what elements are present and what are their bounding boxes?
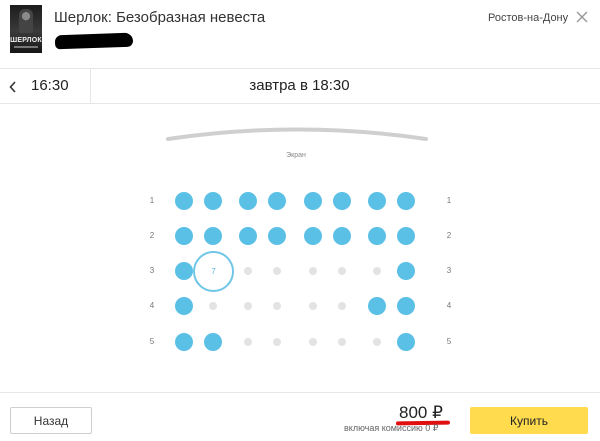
ticket-price: 800 ₽: [399, 403, 443, 422]
seat-available[interactable]: [175, 227, 193, 245]
seat-occupied: [309, 267, 317, 275]
close-button[interactable]: [571, 7, 593, 29]
seat-available[interactable]: [397, 297, 415, 315]
seat-occupied: [338, 338, 346, 346]
seat-available[interactable]: [397, 333, 415, 351]
seat-available[interactable]: [175, 192, 193, 210]
seat-occupied: [244, 302, 252, 310]
poster-title: ШЕРЛОК: [10, 37, 42, 44]
seat-available[interactable]: [304, 192, 322, 210]
seat-occupied: [338, 267, 346, 275]
row-number-left: 3: [149, 266, 155, 275]
header: ШЕРЛОК Шерлок: Безобразная невеста Росто…: [0, 0, 600, 68]
movie-title: Шерлок: Безобразная невеста: [54, 9, 266, 26]
chevron-left-icon: [9, 81, 16, 93]
seat-available[interactable]: [333, 192, 351, 210]
previous-session-button[interactable]: 16:30: [0, 69, 91, 104]
seat-available[interactable]: [304, 227, 322, 245]
session-bar: 16:30 завтра в 18:30: [0, 68, 600, 104]
previous-session-time: 16:30: [31, 77, 69, 94]
seat-occupied: [309, 338, 317, 346]
seat-occupied: [209, 302, 217, 310]
seat-available[interactable]: [333, 227, 351, 245]
seat-available[interactable]: [204, 227, 222, 245]
row-number-right: 1: [446, 196, 452, 205]
city-selector[interactable]: Ростов-на-Дону: [488, 12, 568, 24]
seat-occupied: [373, 267, 381, 275]
buy-button[interactable]: Купить: [470, 407, 588, 434]
seat-occupied: [273, 302, 281, 310]
poster-subtitle-line: [14, 46, 38, 48]
seat-available[interactable]: [368, 192, 386, 210]
seat-available[interactable]: [397, 227, 415, 245]
selected-seat-number: 7: [211, 266, 216, 276]
movie-poster: ШЕРЛОК: [10, 5, 42, 53]
commission-note: включая комиссию 0 ₽: [344, 423, 439, 433]
seat-occupied: [273, 267, 281, 275]
current-session-label: завтра в 18:30: [249, 77, 350, 94]
row-number-left: 2: [149, 231, 155, 240]
seat-selected[interactable]: 7: [193, 250, 234, 292]
seat-occupied: [244, 338, 252, 346]
seat-occupied: [338, 302, 346, 310]
back-button[interactable]: Назад: [10, 407, 92, 434]
seat-occupied: [373, 338, 381, 346]
seat-occupied: [309, 302, 317, 310]
seat-available[interactable]: [204, 333, 222, 351]
screen-arc: [166, 127, 428, 141]
seat-available[interactable]: [397, 262, 415, 280]
row-number-left: 5: [149, 337, 155, 346]
seat-available[interactable]: [204, 192, 222, 210]
seat-available[interactable]: [175, 333, 193, 351]
seat-available[interactable]: [239, 227, 257, 245]
screen-label: Экран: [286, 152, 306, 159]
seat-available[interactable]: [268, 192, 286, 210]
row-number-right: 3: [446, 266, 452, 275]
seat-available[interactable]: [397, 192, 415, 210]
redaction-mark: [54, 32, 134, 50]
footer: Назад 800 ₽ включая комиссию 0 ₽ Купить: [0, 392, 600, 441]
seat-occupied: [244, 267, 252, 275]
seat-available[interactable]: [175, 297, 193, 315]
row-number-left: 1: [149, 196, 155, 205]
poster-figure: [19, 9, 33, 33]
row-number-left: 4: [149, 301, 155, 310]
seat-available[interactable]: [268, 227, 286, 245]
row-number-right: 5: [446, 337, 452, 346]
row-number-right: 2: [446, 231, 452, 240]
row-number-right: 4: [446, 301, 452, 310]
seat-available[interactable]: [368, 227, 386, 245]
close-icon: [576, 11, 588, 23]
seat-available[interactable]: [239, 192, 257, 210]
seat-occupied: [273, 338, 281, 346]
seat-available[interactable]: [368, 297, 386, 315]
seat-available[interactable]: [175, 262, 193, 280]
